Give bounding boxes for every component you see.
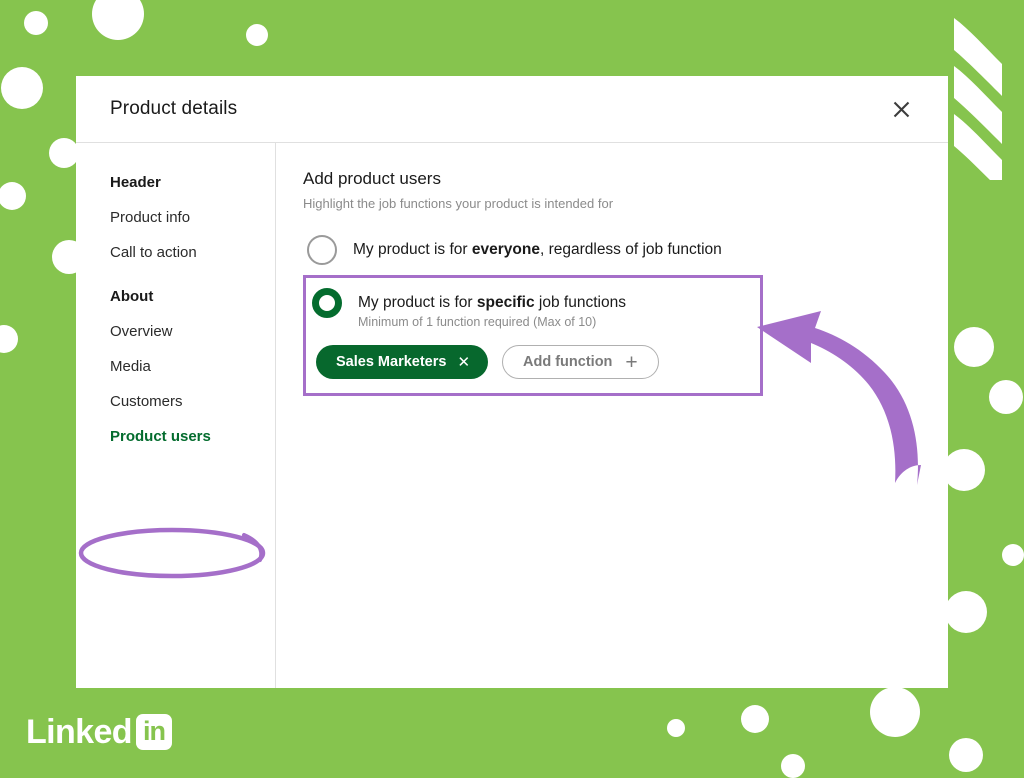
add-function-label: Add function — [523, 354, 612, 370]
ellipse-highlight-product-users — [76, 523, 276, 583]
sidebar-item-call-to-action[interactable]: Call to action — [76, 235, 275, 270]
specific-text-suffix: job functions — [535, 294, 626, 311]
radio-everyone-indicator[interactable] — [307, 235, 337, 265]
radio-specific-label: My product is for specific job functions — [358, 294, 626, 311]
specific-text-bold: specific — [477, 294, 535, 311]
specific-helper-text: Minimum of 1 function required (Max of 1… — [358, 315, 626, 329]
section-subtitle: Highlight the job functions your product… — [303, 196, 918, 211]
sidebar-group-header: Header — [76, 165, 275, 200]
linkedin-in-badge: in — [136, 714, 172, 750]
everyone-text-bold: everyone — [472, 241, 540, 258]
sidebar-group-gap — [76, 270, 275, 279]
dialog-header: Product details — [76, 76, 948, 143]
decorative-circle — [741, 705, 769, 733]
job-function-chips-row: Sales Marketers ✕ Add function + — [312, 345, 748, 379]
decorative-circle — [667, 719, 685, 737]
decorative-circle — [246, 24, 268, 46]
sidebar-item-overview[interactable]: Overview — [76, 314, 275, 349]
decorative-circle — [1, 67, 43, 109]
add-function-button[interactable]: Add function + — [502, 345, 659, 379]
decorative-circle — [49, 138, 79, 168]
sidebar-group-about: About — [76, 279, 275, 314]
radio-specific-text-block: My product is for specific job functions… — [358, 288, 626, 329]
sidebar-item-media[interactable]: Media — [76, 349, 275, 384]
close-button[interactable] — [884, 92, 918, 126]
radio-option-everyone[interactable]: My product is for everyone, regardless o… — [303, 231, 918, 269]
decorative-circle — [954, 327, 994, 367]
radio-specific-indicator[interactable] — [312, 288, 342, 318]
dialog-sidebar: Header Product info Call to action About… — [76, 143, 276, 688]
chip-sales-marketers[interactable]: Sales Marketers ✕ — [316, 345, 488, 379]
decorative-circle — [945, 591, 987, 633]
everyone-text-prefix: My product is for — [353, 241, 472, 258]
radio-everyone-label: My product is for everyone, regardless o… — [353, 235, 722, 265]
specific-text-prefix: My product is for — [358, 294, 477, 311]
sidebar-item-product-users[interactable]: Product users — [76, 419, 275, 454]
sidebar-item-customers[interactable]: Customers — [76, 384, 275, 419]
decorative-circle — [870, 687, 920, 737]
decorative-circle — [989, 380, 1023, 414]
decorative-circle — [949, 738, 983, 772]
page-title: Product details — [110, 98, 237, 120]
product-users-panel: Add product users Highlight the job func… — [276, 143, 948, 688]
linkedin-wordmark: Linked — [26, 715, 132, 749]
everyone-text-suffix: , regardless of job function — [540, 241, 722, 258]
sidebar-item-product-info[interactable]: Product info — [76, 200, 275, 235]
product-details-dialog: Product details Header Product info Call… — [76, 76, 948, 688]
decorative-circle — [24, 11, 48, 35]
plus-icon: + — [625, 352, 637, 373]
decorative-circle — [943, 449, 985, 491]
radio-option-specific[interactable]: My product is for specific job functions… — [312, 288, 748, 329]
section-title: Add product users — [303, 169, 918, 189]
linkedin-logo: Linked in — [26, 714, 172, 750]
close-icon[interactable]: ✕ — [457, 353, 470, 371]
dialog-body: Header Product info Call to action About… — [76, 143, 948, 688]
rectangle-highlight-specific-option: My product is for specific job functions… — [303, 275, 763, 396]
decorative-circle — [1002, 544, 1024, 566]
chip-label: Sales Marketers — [336, 354, 446, 370]
close-icon — [892, 100, 911, 119]
decorative-circle — [781, 754, 805, 778]
